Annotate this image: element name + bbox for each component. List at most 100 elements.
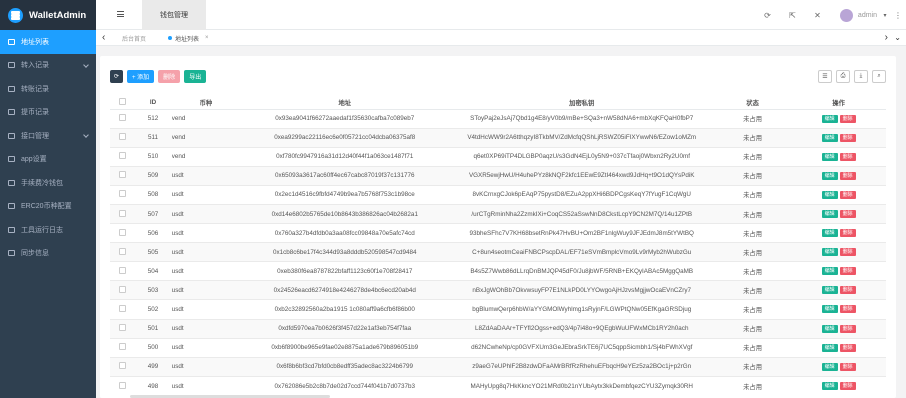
table-row[interactable]: 507 usdt 0xd14e6802b5765de10b8643b386826ac… (110, 203, 886, 224)
table-row[interactable]: 498 usdt 0x762086e5b2c8b7de02d7ccd744f041b… (110, 375, 886, 396)
avatar[interactable] (839, 8, 853, 22)
edit-button[interactable]: 编辑 (821, 171, 838, 180)
select-all-header[interactable] (110, 96, 135, 110)
logo[interactable]: WalletAdmin (0, 0, 96, 30)
row-select-cell[interactable] (110, 356, 135, 377)
sidebar-item-6[interactable]: 手续费冷钱包 (0, 171, 96, 195)
edit-button[interactable]: 编辑 (821, 286, 838, 295)
print-icon[interactable]: ⎙ (836, 70, 850, 83)
tabs-menu-icon[interactable]: ⌄ (894, 33, 901, 42)
fullscreen-icon[interactable]: ⇱ (780, 11, 805, 20)
row-checkbox[interactable] (118, 114, 126, 122)
row-checkbox[interactable] (118, 324, 126, 332)
row-select-cell[interactable] (110, 223, 135, 243)
row-select-cell[interactable] (110, 280, 135, 300)
delete-row-button[interactable]: 删除 (839, 324, 856, 333)
export-table-icon[interactable]: ⤓ (854, 70, 868, 83)
tabs-prev-icon[interactable]: ‹ (102, 32, 105, 43)
column-header-address[interactable]: 地址 (240, 96, 450, 110)
column-header-status[interactable]: 状态 (714, 96, 792, 110)
tab-close-icon[interactable]: × (205, 35, 209, 41)
table-row[interactable]: 503 usdt 0x24526eacd6274918e4246278de4bc6e… (110, 280, 886, 300)
sidebar-item-4[interactable]: 接口管理 (0, 124, 96, 148)
export-button[interactable]: 导出 (184, 70, 207, 83)
delete-button[interactable]: 删除 (158, 70, 181, 83)
row-select-cell[interactable] (110, 203, 135, 224)
row-checkbox[interactable] (118, 171, 126, 179)
sidebar-item-7[interactable]: ERC20币种配置 (0, 195, 96, 219)
edit-button[interactable]: 编辑 (821, 210, 838, 219)
edit-button[interactable]: 编辑 (821, 382, 838, 391)
sidebar-item-5[interactable]: app设置 (0, 148, 96, 172)
edit-button[interactable]: 编辑 (821, 248, 838, 257)
sidebar-item-9[interactable]: 同步信息 (0, 242, 96, 266)
table-row[interactable]: 512 vend 0x93ea9041f66272aaedaf1f35630cafb… (110, 108, 886, 129)
delete-row-button[interactable]: 删除 (839, 382, 856, 391)
delete-row-button[interactable]: 删除 (839, 286, 856, 295)
row-checkbox[interactable] (118, 209, 126, 217)
chevron-down-icon[interactable] (83, 132, 89, 138)
table-row[interactable]: 501 usdt 0xdfd5970ea7b0626f3f457d22e1af3eb… (110, 318, 886, 339)
table-row[interactable]: 510 vend 0xf780fc9947916a31d12d40f44f1a063… (110, 146, 886, 167)
tabs-next-icon[interactable]: › (885, 32, 888, 43)
select-all-checkbox[interactable] (118, 97, 126, 105)
edit-button[interactable]: 编辑 (821, 267, 838, 276)
row-checkbox[interactable] (118, 133, 126, 141)
column-header-id[interactable]: ID (134, 96, 172, 110)
row-select-cell[interactable] (110, 242, 135, 262)
chevron-down-icon[interactable]: ▾ (880, 12, 890, 19)
row-select-cell[interactable] (110, 184, 135, 205)
delete-row-button[interactable]: 删除 (839, 210, 856, 219)
row-select-cell[interactable] (110, 318, 135, 339)
edit-button[interactable]: 编辑 (821, 190, 838, 199)
menu-toggle-icon[interactable] (117, 11, 124, 17)
chevron-down-icon[interactable] (83, 61, 89, 68)
edit-button[interactable]: 编辑 (821, 305, 838, 314)
row-checkbox[interactable] (118, 285, 126, 293)
delete-row-button[interactable]: 删除 (839, 248, 856, 257)
row-select-cell[interactable] (110, 108, 135, 129)
row-select-cell[interactable] (110, 337, 135, 358)
edit-button[interactable]: 编辑 (821, 324, 838, 333)
table-row[interactable]: 505 usdt 0x1cb8c6be17f4c344d93a8dddb520598… (110, 242, 886, 262)
sidebar-item-2[interactable]: 转账记录 (0, 77, 96, 101)
table-row[interactable]: 500 usdt 0xb6f8900be965e9fae02e8875a1ade67… (110, 337, 886, 358)
delete-row-button[interactable]: 删除 (839, 229, 856, 238)
search-icon[interactable]: ⌕ (872, 70, 886, 83)
row-select-cell[interactable] (110, 261, 135, 281)
close-icon[interactable]: ✕ (805, 11, 830, 20)
row-checkbox[interactable] (118, 228, 126, 236)
column-header-coin[interactable]: 币种 (171, 96, 241, 110)
row-select-cell[interactable] (110, 165, 135, 186)
more-icon[interactable]: ⋮ (890, 11, 906, 20)
delete-row-button[interactable]: 删除 (839, 305, 856, 314)
delete-row-button[interactable]: 删除 (839, 190, 856, 199)
tab-home[interactable]: 后台首页 (122, 30, 146, 46)
column-header-key[interactable]: 加密私钥 (449, 96, 714, 110)
username[interactable]: admin (858, 12, 877, 19)
delete-row-button[interactable]: 删除 (839, 114, 856, 123)
edit-button[interactable]: 编辑 (821, 362, 838, 371)
refresh-button[interactable]: ⟳ (110, 70, 123, 83)
delete-row-button[interactable]: 删除 (839, 133, 856, 142)
row-checkbox[interactable] (118, 266, 126, 274)
delete-row-button[interactable]: 删除 (839, 362, 856, 371)
edit-button[interactable]: 编辑 (821, 343, 838, 352)
sidebar-item-0[interactable]: 地址列表 (0, 30, 96, 54)
refresh-icon[interactable]: ⟳ (755, 11, 780, 20)
table-row[interactable]: 508 usdt 0x2ec1d4516c9fbfd4749b9ea7b5768f7… (110, 184, 886, 205)
sidebar-item-8[interactable]: 工具运行日志 (0, 218, 96, 242)
delete-row-button[interactable]: 删除 (839, 171, 856, 180)
table-row[interactable]: 504 usdt 0xeb380f6ea8787822bfaff1123c60f1e… (110, 261, 886, 281)
edit-button[interactable]: 编辑 (821, 229, 838, 238)
columns-icon[interactable]: ☰ (818, 70, 832, 83)
row-checkbox[interactable] (118, 381, 126, 389)
delete-row-button[interactable]: 删除 (839, 267, 856, 276)
edit-button[interactable]: 编辑 (821, 114, 838, 123)
row-select-cell[interactable] (110, 299, 135, 320)
edit-button[interactable]: 编辑 (821, 152, 838, 161)
header-tab-wallet[interactable]: 钱包管理 (142, 0, 206, 30)
delete-row-button[interactable]: 删除 (839, 152, 856, 161)
table-row[interactable]: 506 usdt 0x760a327b4dfdb0a3aa08fcc09848a70… (110, 223, 886, 243)
edit-button[interactable]: 编辑 (821, 133, 838, 142)
